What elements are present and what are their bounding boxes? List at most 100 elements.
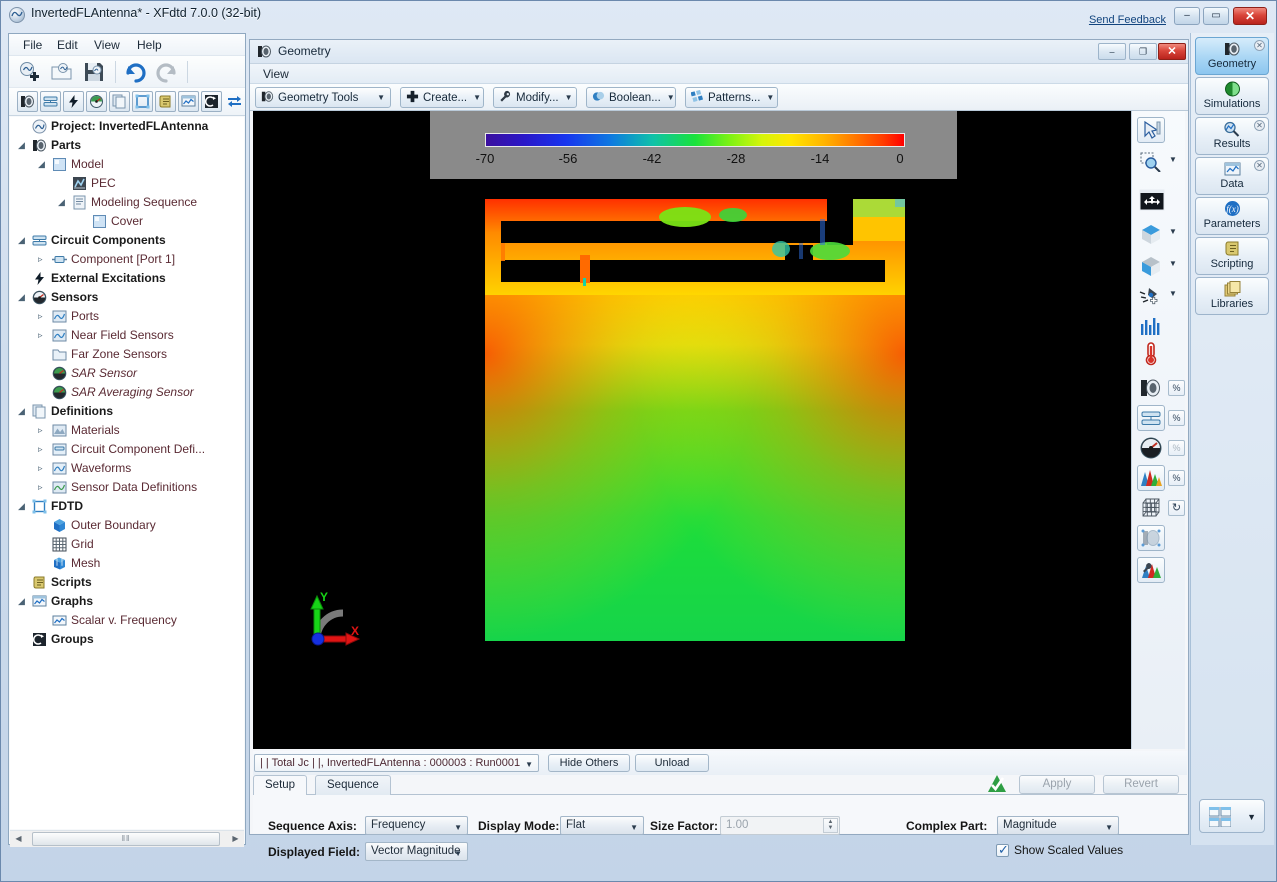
circuit-visibility-icon[interactable] <box>1137 405 1165 431</box>
sequence-axis-select[interactable]: Frequency ▼ <box>365 816 468 835</box>
modify-button[interactable]: Modify... ▼ <box>493 87 577 108</box>
layout-chooser-button[interactable]: ▼ <box>1199 799 1265 833</box>
expand-arrow-icon[interactable]: ◢ <box>18 597 27 606</box>
tree-item-parts[interactable]: ◢ Parts <box>10 136 244 155</box>
parts-icon[interactable] <box>17 91 38 112</box>
chevron-down-icon[interactable]: ▼ <box>1169 155 1177 164</box>
tree-item-graphs[interactable]: ◢ Graphs <box>10 592 244 611</box>
tab-sequence[interactable]: Sequence <box>315 775 391 795</box>
window-minimize-button[interactable]: – <box>1174 7 1200 25</box>
tree-item-modeling-sequence[interactable]: ◢ Modeling Sequence <box>10 193 244 212</box>
zoom-region-icon[interactable] <box>1137 149 1165 175</box>
save-project-icon[interactable] <box>81 59 107 85</box>
tree-item-waveforms[interactable]: ▹ Waveforms <box>10 459 244 478</box>
create-button[interactable]: Create... ▼ <box>400 87 484 108</box>
tree-item-pec[interactable]: PEC <box>10 174 244 193</box>
tree-item-sensor-data-definitions[interactable]: ▹ Sensor Data Definitions <box>10 478 244 497</box>
patterns-button[interactable]: Patterns... ▼ <box>685 87 778 108</box>
window-maximize-button[interactable]: ▭ <box>1203 7 1229 25</box>
close-icon[interactable]: ✕ <box>1254 160 1265 171</box>
dataset-selector[interactable]: | | Total Jc | |, InvertedFLAntenna : 00… <box>254 754 539 772</box>
tree-item-scalar-v-frequency[interactable]: Scalar v. Frequency <box>10 611 244 630</box>
geometry-3d-viewport[interactable]: -70 -56 -42 -28 -14 0 Y X <box>253 111 1133 749</box>
geometry-restore-button[interactable]: ❐ <box>1129 43 1157 60</box>
sensor-percent-button[interactable]: % <box>1168 440 1185 456</box>
parts-percent-button[interactable]: % <box>1168 380 1185 396</box>
scroll-right-arrow-icon[interactable]: ▶ <box>227 831 244 847</box>
close-icon[interactable]: ✕ <box>1254 40 1265 51</box>
spinner-down-icon[interactable]: ▼ <box>824 825 837 832</box>
rail-tab-results[interactable]: ✕ Results <box>1195 117 1269 155</box>
show-scaled-values-checkbox[interactable]: ✓ <box>996 842 1009 857</box>
parts-transparency-icon[interactable] <box>1137 525 1165 551</box>
grid-reset-button[interactable]: ↻ <box>1168 500 1185 516</box>
tree-item-ports[interactable]: ▹ Ports <box>10 307 244 326</box>
geometry-tools-button[interactable]: Geometry Tools ▼ <box>255 87 391 108</box>
tree-item-fdtd[interactable]: ◢ FDTD <box>10 497 244 516</box>
collapse-arrow-icon[interactable]: ▹ <box>38 312 47 321</box>
rail-tab-simulations[interactable]: Simulations <box>1195 77 1269 115</box>
sensor-visibility-icon[interactable] <box>1137 435 1165 461</box>
expand-arrow-icon[interactable]: ◢ <box>18 502 27 511</box>
hide-others-button[interactable]: Hide Others <box>548 754 630 772</box>
tree-item-mesh[interactable]: Mesh <box>10 554 244 573</box>
collapse-arrow-icon[interactable]: ▹ <box>38 445 47 454</box>
revert-button[interactable]: Revert <box>1103 775 1179 794</box>
external-excitations-icon[interactable] <box>63 91 84 112</box>
geometry-menu-view[interactable]: View <box>258 67 294 81</box>
fdtd-icon[interactable] <box>132 91 153 112</box>
tree-item-materials[interactable]: ▹ Materials <box>10 421 244 440</box>
view-orientation-cube-icon[interactable] <box>1137 253 1165 279</box>
tree-item-circuit-components[interactable]: ◢ Circuit Components <box>10 231 244 250</box>
send-feedback-link[interactable]: Send Feedback <box>1089 14 1166 26</box>
expand-arrow-icon[interactable]: ◢ <box>38 160 47 169</box>
menu-help[interactable]: Help <box>131 37 168 53</box>
circuit-components-icon[interactable] <box>40 91 61 112</box>
tree-item-component-port-1[interactable]: ▹ Component [Port 1] <box>10 250 244 269</box>
field-visibility-icon[interactable] <box>1137 465 1165 491</box>
displayed-field-select[interactable]: Vector Magnitude ▼ <box>365 842 468 861</box>
tree-item-model[interactable]: ◢ Model <box>10 155 244 174</box>
histogram-icon[interactable] <box>1137 313 1165 339</box>
tree-item-grid[interactable]: Grid <box>10 535 244 554</box>
expand-arrow-icon[interactable]: ◢ <box>58 198 67 207</box>
menu-edit[interactable]: Edit <box>51 37 84 53</box>
expand-arrow-icon[interactable]: ◢ <box>18 293 27 302</box>
scroll-left-arrow-icon[interactable]: ◀ <box>10 831 27 847</box>
boolean-button[interactable]: Boolean... ▼ <box>586 87 676 108</box>
geometry-minimize-button[interactable]: – <box>1098 43 1126 60</box>
tree-item-scripts[interactable]: Scripts <box>10 573 244 592</box>
rail-tab-libraries[interactable]: Libraries <box>1195 277 1269 315</box>
tree-item-external-excitations[interactable]: External Excitations <box>10 269 244 288</box>
sensors-icon[interactable] <box>86 91 107 112</box>
size-factor-input[interactable]: 1.00 ▲ ▼ <box>720 816 840 835</box>
project-tree[interactable]: Project: InvertedFLAntenna ◢ Parts ◢ Model PE… <box>10 117 244 829</box>
view-direction-cube-icon[interactable] <box>1137 221 1165 247</box>
thermometer-icon[interactable] <box>1137 341 1165 367</box>
scripts-icon[interactable] <box>155 91 176 112</box>
parts-visibility-icon[interactable] <box>1137 375 1165 401</box>
tree-horizontal-scrollbar[interactable]: ◀ ‖‖ ▶ <box>10 830 244 847</box>
menu-file[interactable]: File <box>17 37 48 53</box>
new-project-icon[interactable] <box>17 59 43 85</box>
pick-point-icon[interactable] <box>1137 283 1165 309</box>
chevron-down-icon[interactable]: ▼ <box>1169 289 1177 298</box>
select-arrow-icon[interactable] <box>1137 117 1165 143</box>
refresh-icon[interactable] <box>224 91 244 112</box>
tree-item-groups[interactable]: Groups <box>10 630 244 649</box>
rail-tab-geometry[interactable]: ✕ Geometry <box>1195 37 1269 75</box>
tree-item-sar-sensor[interactable]: SAR Sensor <box>10 364 244 383</box>
collapse-arrow-icon[interactable]: ▹ <box>38 426 47 435</box>
rail-tab-data[interactable]: ✕ Data <box>1195 157 1269 195</box>
tree-item-sensors[interactable]: ◢ Sensors <box>10 288 244 307</box>
expand-arrow-icon[interactable]: ◢ <box>18 236 27 245</box>
close-icon[interactable]: ✕ <box>1254 120 1265 131</box>
tab-setup[interactable]: Setup <box>253 775 308 795</box>
field-settings-icon[interactable] <box>1137 557 1165 583</box>
tree-item-near-field-sensors[interactable]: ▹ Near Field Sensors <box>10 326 244 345</box>
undo-icon[interactable] <box>122 59 148 85</box>
rail-tab-parameters[interactable]: f(x) Parameters <box>1195 197 1269 235</box>
complex-part-select[interactable]: Magnitude ▼ <box>997 816 1119 835</box>
tree-item-outer-boundary[interactable]: Outer Boundary <box>10 516 244 535</box>
collapse-arrow-icon[interactable]: ▹ <box>38 483 47 492</box>
